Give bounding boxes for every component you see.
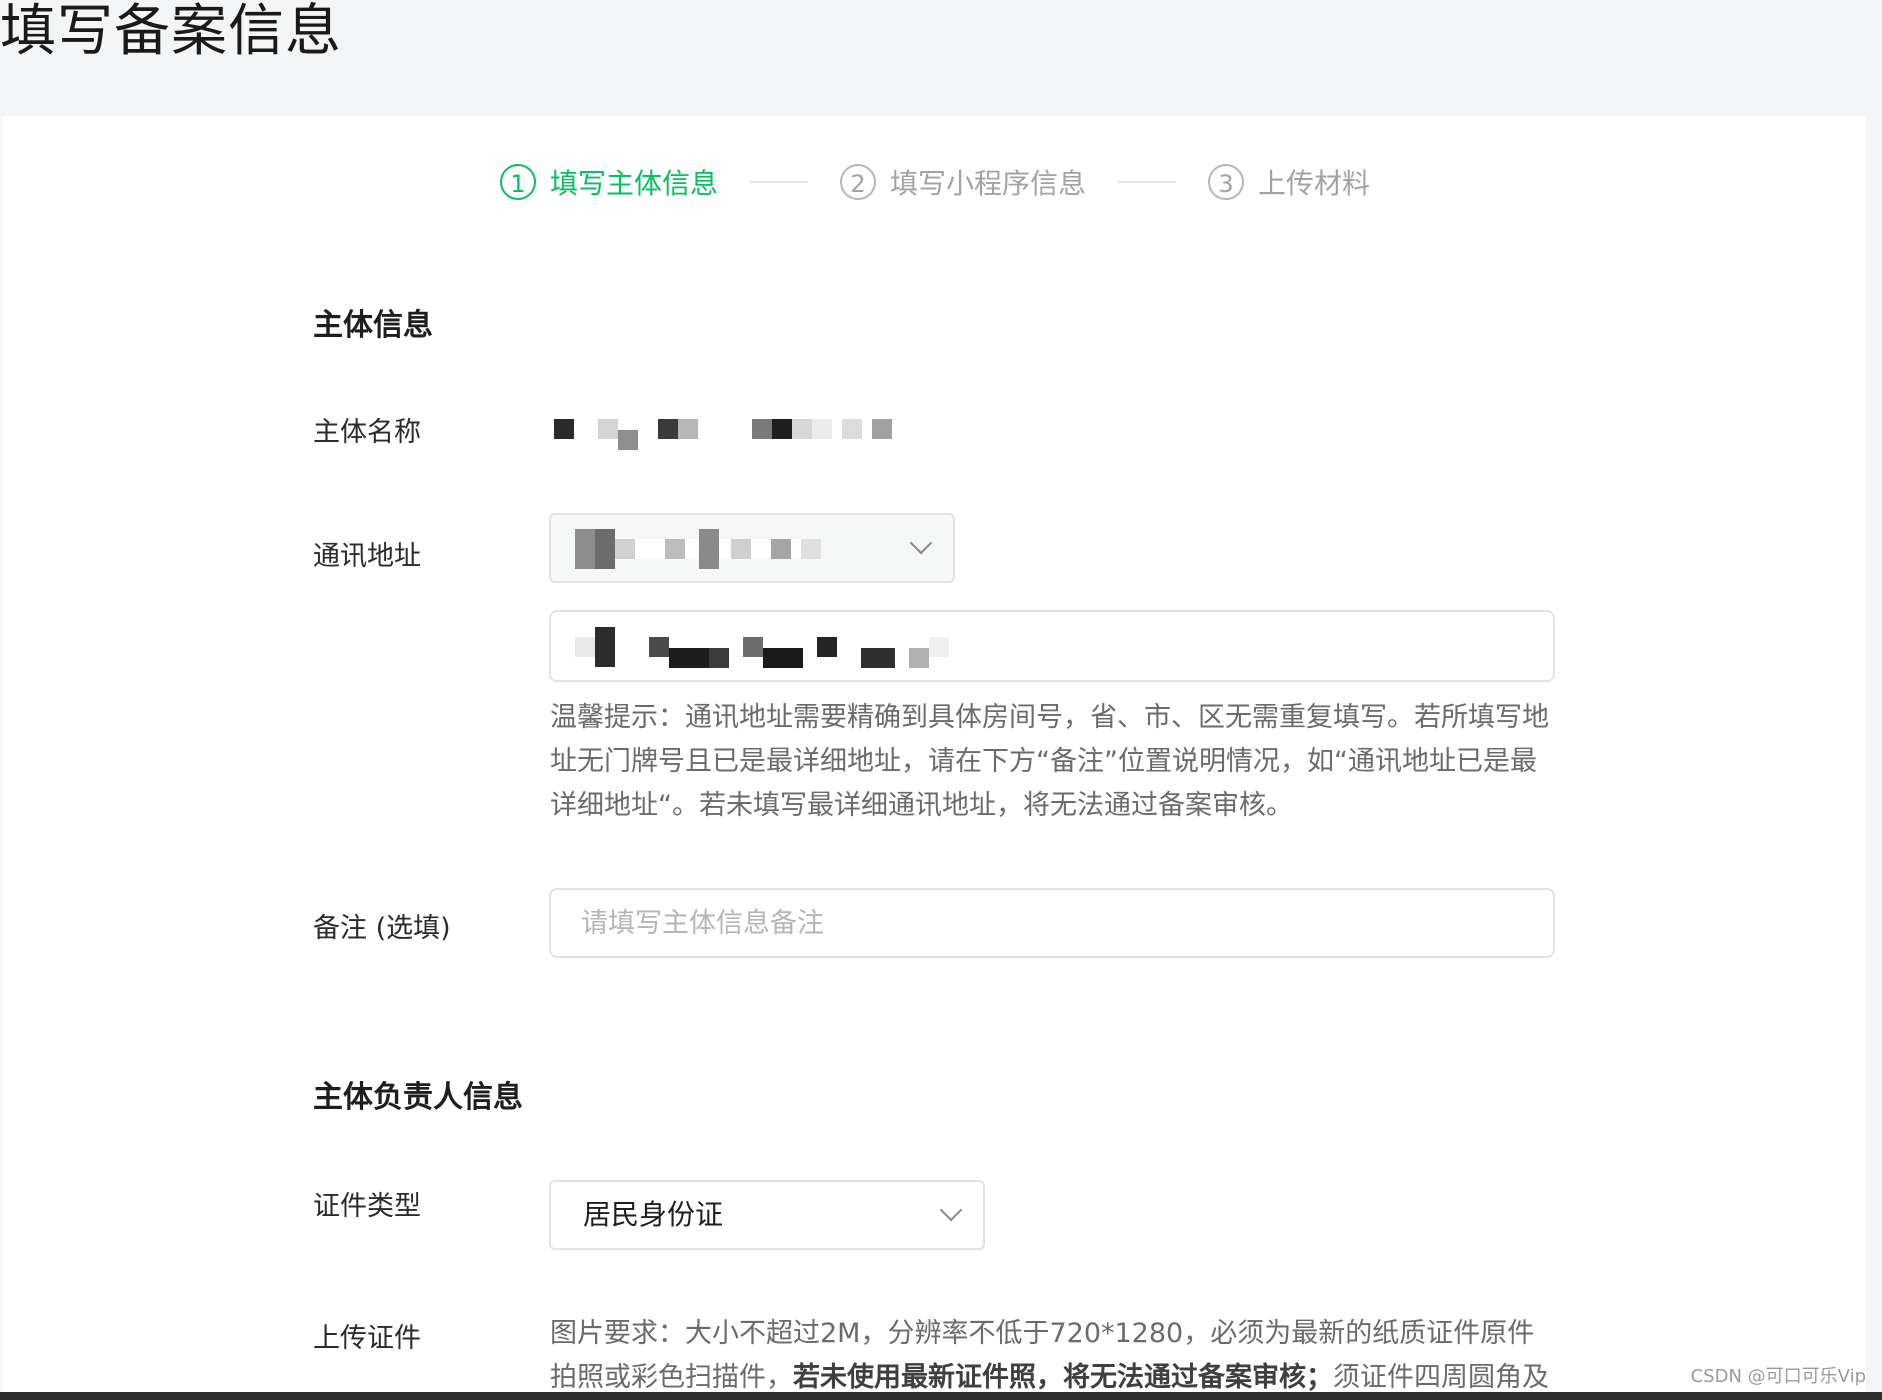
id-type-select[interactable]: 居民身份证 [549, 1180, 985, 1250]
step-3: 3 上传材料 [1208, 162, 1370, 202]
upload-requirements-hint: 图片要求：大小不超过2M，分辨率不低于720*1280，必须为最新的纸质证件原件… [550, 1312, 1560, 1396]
subject-name-value-redacted [554, 408, 892, 450]
section-title-subject: 主体信息 [313, 308, 433, 343]
step-2-number: 2 [840, 164, 877, 200]
step-2-label: 填写小程序信息 [890, 167, 1087, 200]
id-type-select-value: 居民身份证 [583, 1198, 724, 1231]
subject-name-label: 主体名称 [313, 417, 421, 448]
upload-id-label: 上传证件 [313, 1323, 421, 1354]
chevron-down-icon[interactable] [939, 1198, 963, 1222]
region-select-value-redacted [575, 529, 821, 569]
step-2: 2 填写小程序信息 [840, 162, 1086, 202]
chevron-down-icon[interactable] [909, 531, 933, 555]
step-1-label: 填写主体信息 [550, 167, 719, 200]
step-divider [1118, 181, 1177, 183]
remark-input[interactable] [549, 888, 1555, 958]
address-hint: 温馨提示：通讯地址需要精确到具体房间号，省、市、区无需重复填写。若所填写地址无门… [550, 702, 1549, 821]
remark-label: 备注 (选填) [313, 913, 451, 944]
detailed-address-value-redacted [575, 626, 949, 668]
bottom-edge-bar [0, 1392, 1882, 1400]
step-indicator: 1 填写主体信息 2 填写小程序信息 3 上传材料 [500, 162, 1370, 202]
watermark: CSDN @可口可乐Vip [1690, 1366, 1866, 1387]
region-select[interactable] [549, 513, 955, 583]
upload-hint-warning: 若未使用最新证件照，将无法通过备案审核； [793, 1362, 1333, 1393]
step-3-number: 3 [1208, 164, 1245, 200]
address-label: 通讯地址 [313, 541, 421, 572]
page-title: 填写备案信息 [0, 0, 342, 64]
step-divider [750, 181, 809, 183]
step-3-label: 上传材料 [1258, 167, 1371, 200]
detailed-address-input-redacted[interactable] [549, 610, 1555, 682]
step-1-number: 1 [500, 164, 536, 200]
id-type-label: 证件类型 [313, 1191, 421, 1222]
section-title-responsible-person: 主体负责人信息 [313, 1080, 523, 1115]
step-1: 1 填写主体信息 [500, 162, 718, 202]
